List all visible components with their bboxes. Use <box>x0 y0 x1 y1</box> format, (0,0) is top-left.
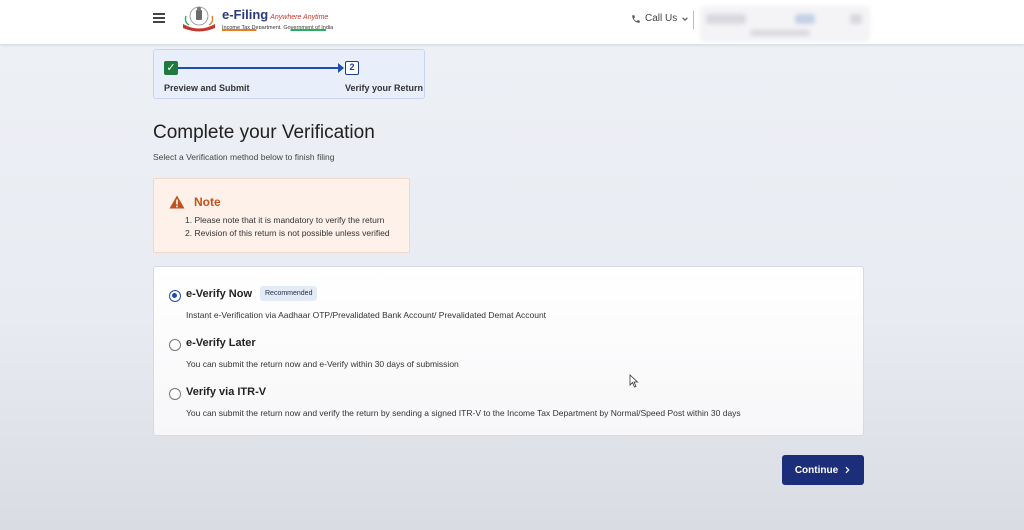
option-description: You can submit the return now and e-Veri… <box>186 359 459 369</box>
chevron-right-icon <box>845 466 850 474</box>
stepper-arrow-icon <box>338 63 344 73</box>
step-2-label: Verify your Return <box>345 83 424 93</box>
option-title[interactable]: Verify via ITR-V <box>186 386 266 398</box>
note-title: Note <box>194 195 221 209</box>
call-us-label: Call Us <box>645 13 678 24</box>
radio-e-verify-now[interactable] <box>169 290 181 302</box>
option-title[interactable]: e-Verify Later <box>186 337 256 349</box>
continue-button[interactable]: Continue <box>782 455 864 485</box>
verification-options-card: e-Verify Now Recommended Instant e-Verif… <box>153 266 864 436</box>
recommended-badge: Recommended <box>260 286 318 301</box>
progress-stepper: ✓ 2 Preview and Submit Verify your Retur… <box>153 49 425 99</box>
header-divider <box>693 11 694 29</box>
call-us-menu[interactable]: Call Us <box>631 13 689 24</box>
chevron-down-icon <box>682 16 689 21</box>
step-complete-checkmark-icon: ✓ <box>164 61 178 75</box>
radio-e-verify-later[interactable] <box>169 339 181 351</box>
page-subtitle: Select a Verification method below to fi… <box>153 152 335 162</box>
e-filing-logo-emblem <box>183 6 215 32</box>
stepper-connector-line <box>178 67 341 69</box>
note-box: Note 1. Please note that it is mandatory… <box>153 178 410 253</box>
option-description: You can submit the return now and verify… <box>186 408 741 418</box>
logo-tricolor-line <box>222 29 326 31</box>
top-header: e-Filing Anywhere Anytime Income Tax Depa… <box>0 0 1024 44</box>
continue-label: Continue <box>794 464 839 476</box>
logo-main-text: e-Filing <box>222 7 269 22</box>
e-filing-logo-text[interactable]: e-Filing Anywhere Anytime Income Tax Depa… <box>222 6 333 31</box>
phone-icon <box>632 14 640 23</box>
note-item: 2. Revision of this return is not possib… <box>185 228 390 238</box>
option-description: Instant e-Verification via Aadhaar OTP/P… <box>186 310 547 320</box>
mouse-cursor-icon <box>629 374 639 388</box>
blurred-user-area <box>700 6 870 42</box>
warning-icon <box>169 195 185 209</box>
logo-tagline: Anywhere Anytime <box>270 14 329 21</box>
note-list: 1. Please note that it is mandatory to v… <box>185 214 390 240</box>
radio-verify-via-itr-v[interactable] <box>169 388 181 400</box>
option-title[interactable]: e-Verify Now <box>186 288 252 300</box>
step-1-label: Preview and Submit <box>164 83 250 93</box>
step-2-number: 2 <box>345 61 359 75</box>
note-item: 1. Please note that it is mandatory to v… <box>185 215 385 225</box>
page-title: Complete your Verification <box>153 122 375 143</box>
hamburger-icon[interactable] <box>153 13 165 23</box>
